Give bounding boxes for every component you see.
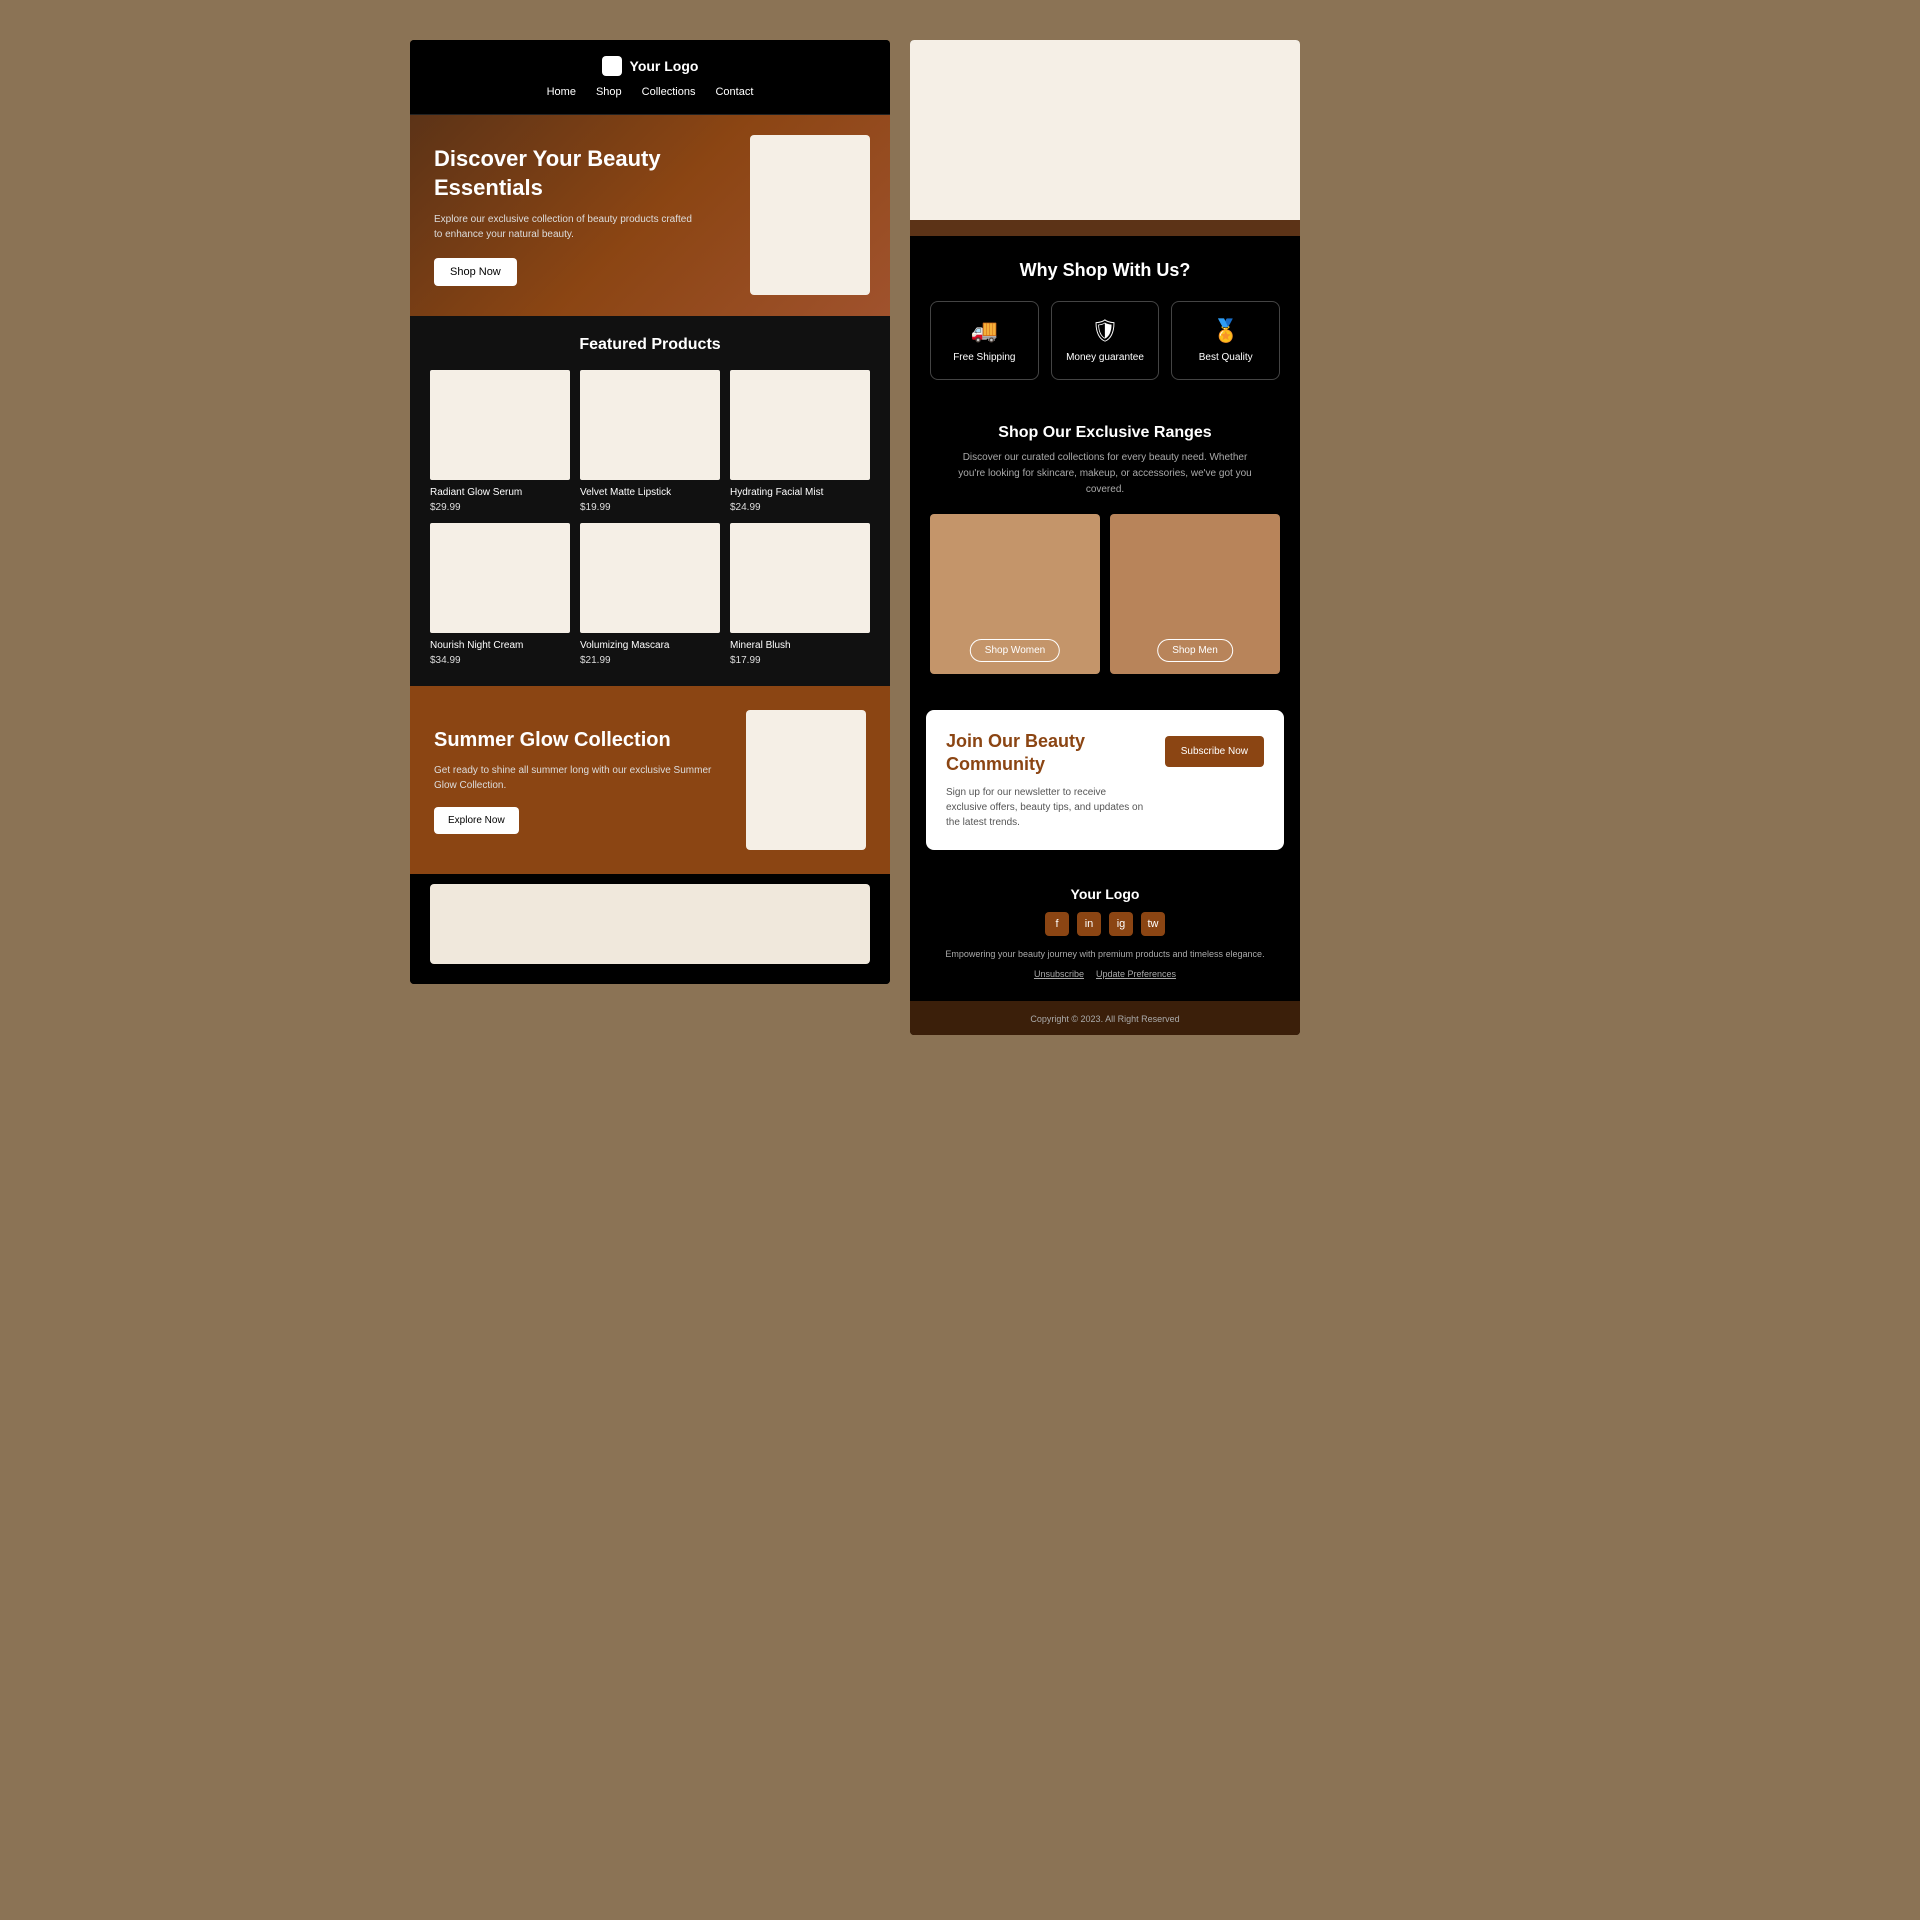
feature-quality-label: Best Quality	[1184, 352, 1267, 363]
nav-links: Home Shop Collections Contact	[426, 86, 874, 98]
range-women[interactable]: Shop Women	[930, 514, 1100, 674]
product-card-1[interactable]: Velvet Matte Lipstick $19.99	[580, 370, 720, 513]
summer-description: Get ready to shine all summer long with …	[434, 763, 730, 793]
product-price-4: $21.99	[580, 655, 720, 666]
ranges-section: Shop Our Exclusive Ranges Discover our c…	[910, 404, 1300, 694]
features-row: 🚚 Free Shipping 🛡 Money guarantee 🏅 Best…	[930, 301, 1280, 380]
ranges-description: Discover our curated collections for eve…	[955, 450, 1255, 498]
social-icons: f in ig tw	[930, 912, 1280, 936]
product-price-1: $19.99	[580, 502, 720, 513]
featured-title: Featured Products	[430, 336, 870, 354]
product-image-0	[430, 370, 570, 480]
product-card-5[interactable]: Mineral Blush $17.99	[730, 523, 870, 666]
community-content: Join Our Beauty Community Sign up for ou…	[946, 730, 1149, 830]
unsubscribe-link[interactable]: Unsubscribe	[1034, 969, 1084, 979]
why-shop-title: Why Shop With Us?	[930, 260, 1280, 281]
instagram-icon[interactable]: ig	[1109, 912, 1133, 936]
products-grid: Radiant Glow Serum $29.99 Velvet Matte L…	[430, 370, 870, 666]
product-image-4	[580, 523, 720, 633]
product-image-5	[730, 523, 870, 633]
explore-now-button[interactable]: Explore Now	[434, 807, 519, 834]
summer-image	[746, 710, 866, 850]
product-card-4[interactable]: Volumizing Mascara $21.99	[580, 523, 720, 666]
subscribe-button[interactable]: Subscribe Now	[1165, 736, 1264, 767]
product-name-3: Nourish Night Cream	[430, 639, 570, 652]
product-price-0: $29.99	[430, 502, 570, 513]
facebook-icon[interactable]: f	[1045, 912, 1069, 936]
nav-home[interactable]: Home	[547, 86, 576, 98]
footer-banner-image	[430, 884, 870, 964]
featured-section: Featured Products Radiant Glow Serum $29…	[410, 316, 890, 686]
update-preferences-link[interactable]: Update Preferences	[1096, 969, 1176, 979]
linkedin-icon[interactable]: in	[1077, 912, 1101, 936]
shop-women-button[interactable]: Shop Women	[970, 639, 1060, 662]
summer-content: Summer Glow Collection Get ready to shin…	[434, 727, 730, 834]
footer-banner-section	[410, 874, 890, 984]
footer-section: Your Logo f in ig tw Empowering your bea…	[910, 866, 1300, 1002]
range-men[interactable]: Shop Men	[1110, 514, 1280, 674]
feature-guarantee-label: Money guarantee	[1064, 352, 1147, 363]
footer-links: Unsubscribe Update Preferences	[930, 969, 1280, 979]
guarantee-icon: 🛡	[1064, 318, 1147, 344]
logo-container: Your Logo	[426, 56, 874, 76]
copyright-text: Copyright © 2023. All Right Reserved	[1030, 1014, 1179, 1024]
feature-best-quality: 🏅 Best Quality	[1171, 301, 1280, 380]
copyright-strip: Copyright © 2023. All Right Reserved	[910, 1001, 1300, 1035]
logo-icon	[602, 56, 622, 76]
feature-shipping-label: Free Shipping	[943, 352, 1026, 363]
product-price-5: $17.99	[730, 655, 870, 666]
community-section: Join Our Beauty Community Sign up for ou…	[926, 710, 1284, 850]
summer-section: Summer Glow Collection Get ready to shin…	[410, 686, 890, 874]
product-name-5: Mineral Blush	[730, 639, 870, 652]
product-card-0[interactable]: Radiant Glow Serum $29.99	[430, 370, 570, 513]
product-image-3	[430, 523, 570, 633]
ranges-grid: Shop Women Shop Men	[930, 514, 1280, 674]
product-price-3: $34.99	[430, 655, 570, 666]
brown-strip-top	[910, 220, 1300, 236]
header: Your Logo Home Shop Collections Contact	[410, 40, 890, 115]
quality-icon: 🏅	[1184, 318, 1267, 344]
product-card-3[interactable]: Nourish Night Cream $34.99	[430, 523, 570, 666]
community-description: Sign up for our newsletter to receive ex…	[946, 785, 1149, 830]
hero-image	[750, 135, 870, 295]
top-product-image	[910, 40, 1300, 220]
logo-text: Your Logo	[630, 58, 699, 74]
twitter-icon[interactable]: tw	[1141, 912, 1165, 936]
product-name-0: Radiant Glow Serum	[430, 486, 570, 499]
hero-description: Explore our exclusive collection of beau…	[434, 212, 693, 242]
feature-money-guarantee: 🛡 Money guarantee	[1051, 301, 1160, 380]
product-name-4: Volumizing Mascara	[580, 639, 720, 652]
shipping-icon: 🚚	[943, 318, 1026, 344]
product-image-2	[730, 370, 870, 480]
why-shop-section: Why Shop With Us? 🚚 Free Shipping 🛡 Mone…	[910, 236, 1300, 404]
summer-title: Summer Glow Collection	[434, 727, 730, 753]
product-card-2[interactable]: Hydrating Facial Mist $24.99	[730, 370, 870, 513]
hero-title: Discover Your Beauty Essentials	[434, 145, 693, 202]
footer-logo: Your Logo	[930, 886, 1280, 902]
hero-section: Discover Your Beauty Essentials Explore …	[410, 115, 890, 316]
footer-tagline: Empowering your beauty journey with prem…	[930, 948, 1280, 962]
ranges-title: Shop Our Exclusive Ranges	[930, 424, 1280, 442]
feature-free-shipping: 🚚 Free Shipping	[930, 301, 1039, 380]
product-name-1: Velvet Matte Lipstick	[580, 486, 720, 499]
shop-now-button[interactable]: Shop Now	[434, 258, 517, 286]
nav-collections[interactable]: Collections	[642, 86, 696, 98]
community-title: Join Our Beauty Community	[946, 730, 1149, 777]
nav-contact[interactable]: Contact	[715, 86, 753, 98]
product-image-1	[580, 370, 720, 480]
hero-content: Discover Your Beauty Essentials Explore …	[434, 145, 693, 286]
shop-men-button[interactable]: Shop Men	[1157, 639, 1233, 662]
product-name-2: Hydrating Facial Mist	[730, 486, 870, 499]
nav-shop[interactable]: Shop	[596, 86, 622, 98]
product-price-2: $24.99	[730, 502, 870, 513]
